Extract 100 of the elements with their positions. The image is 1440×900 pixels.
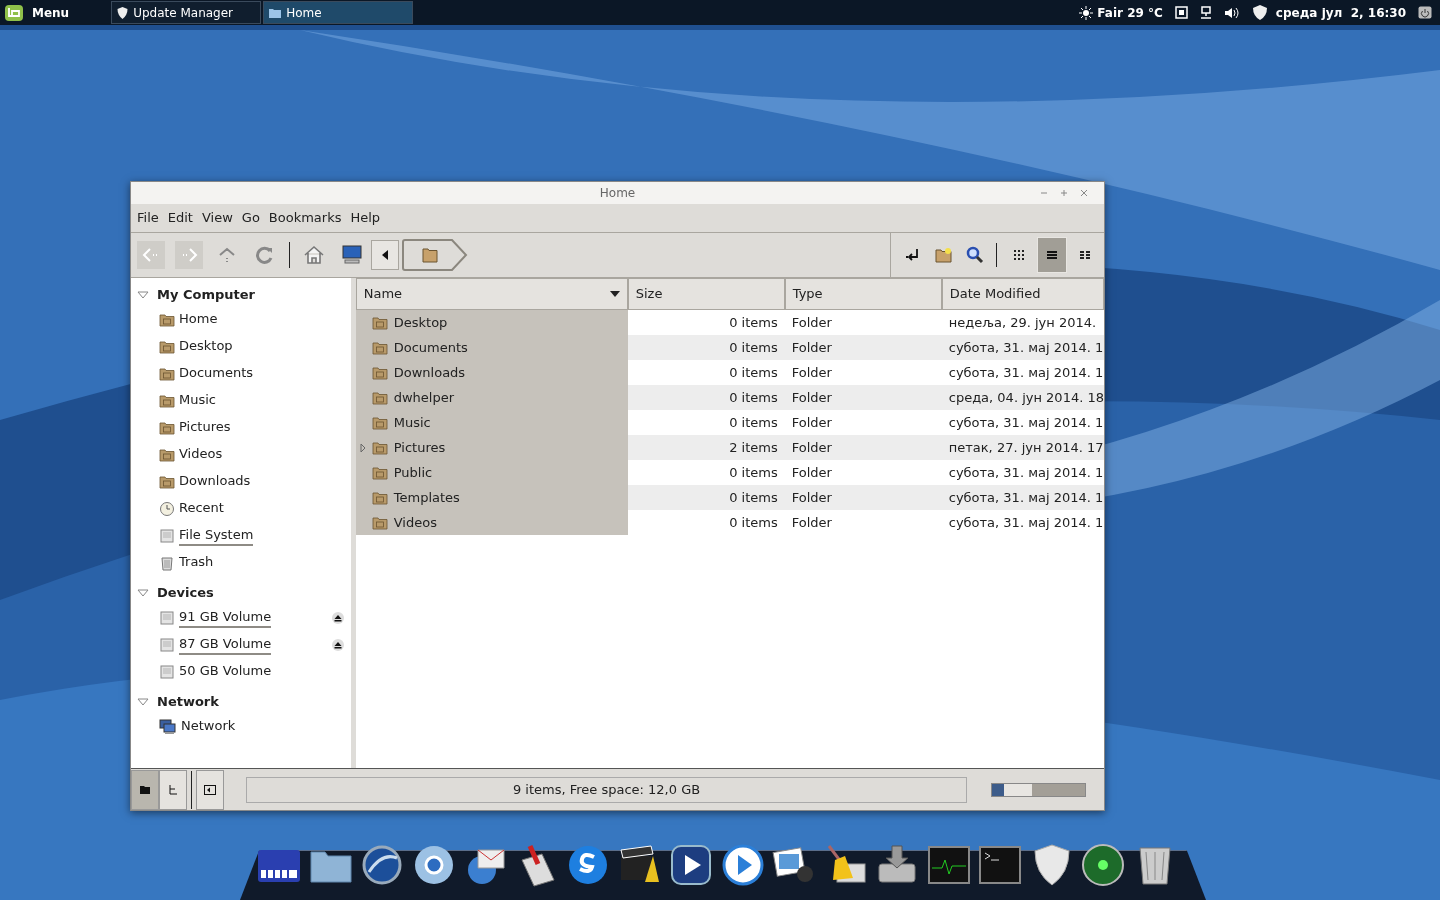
file-row[interactable]: dwhelper 0 items Folder среда, 04. јун 2014. 18 <box>355 385 1104 410</box>
size-cell-text: 0 items <box>728 413 779 432</box>
sidebar-item[interactable]: 50 GB Volume <box>131 658 351 685</box>
column-header[interactable]: Date Modified <box>941 278 1104 310</box>
name-cell: Music <box>355 410 628 435</box>
eject-icon[interactable] <box>330 637 345 652</box>
sidebar-item[interactable]: Music <box>131 387 351 414</box>
size-cell-text: 0 items <box>728 513 779 532</box>
file-row[interactable]: Templates 0 items Folder субота, 31. мај 2014. 1 <box>355 485 1104 510</box>
home-folder-crumb-icon <box>402 239 468 271</box>
mint-logo-icon <box>4 3 24 22</box>
column-header[interactable]: Name <box>355 278 628 310</box>
columns-icon <box>1079 249 1091 261</box>
radar-icon[interactable] <box>1080 842 1126 888</box>
file-row[interactable]: Downloads 0 items Folder субота, 31. мај 2014. 1 <box>355 360 1104 385</box>
sidebar-item[interactable]: Home <box>131 306 351 333</box>
network-icon <box>159 718 177 735</box>
size-cell-text: 0 items <box>728 338 779 357</box>
drive-icon <box>159 609 175 626</box>
search-icon <box>966 246 984 264</box>
sidebar-item[interactable]: Documents <box>131 360 351 387</box>
menu-item[interactable]: Help <box>350 208 381 228</box>
folder-icon <box>371 390 388 405</box>
sidebar-section-header[interactable]: Devices <box>131 582 214 604</box>
folder-icon <box>159 474 175 489</box>
sidebar-toggle-button[interactable] <box>196 769 224 810</box>
column-header[interactable]: Size <box>627 278 785 310</box>
clock-icon <box>159 500 175 517</box>
screenshot-icon[interactable] <box>1174 6 1188 19</box>
sidebar-item[interactable]: Network <box>131 713 351 740</box>
view-mode-button[interactable] <box>1037 237 1067 273</box>
sidebar-item[interactable]: 87 GB Volume <box>131 631 351 658</box>
drive-icon <box>159 663 175 680</box>
taskbar-button[interactable]: Home <box>263 1 414 24</box>
file-row[interactable]: Music 0 items Folder субота, 31. мај 2014. 1 <box>355 410 1104 435</box>
type-cell-text: Folder <box>790 363 833 382</box>
clock[interactable]: среда јул 2, 16:30 <box>1275 3 1406 22</box>
close-icon[interactable] <box>1078 187 1090 199</box>
power-icon[interactable] <box>1418 6 1432 19</box>
size-cell-text: 2 items <box>728 438 779 457</box>
file-row[interactable]: Documents 0 items Folder субота, 31. мај 2014. 1 <box>355 335 1104 360</box>
return-arrow-icon <box>905 248 921 262</box>
size-cell-text: 0 items <box>728 313 779 332</box>
name-cell: Downloads <box>355 360 628 385</box>
type-cell-text: Folder <box>790 413 833 432</box>
date-cell-text: субота, 31. мај 2014. 1 <box>947 338 1104 357</box>
date-cell-text: субота, 31. мај 2014. 1 <box>947 413 1104 432</box>
caret-left-icon <box>381 250 389 260</box>
sidebar-section-header[interactable]: My Computer <box>131 284 255 306</box>
list-icon <box>1046 249 1058 261</box>
path-back-button[interactable] <box>371 240 399 270</box>
file-row[interactable]: Pictures 2 items Folder петак, 27. јун 2014. 17 <box>355 435 1104 460</box>
file-row[interactable]: Videos 0 items Folder субота, 31. мај 2014. 1 <box>355 510 1104 535</box>
name-cell: Public <box>355 460 628 485</box>
sidebar-item[interactable]: 91 GB Volume <box>131 604 351 631</box>
folder-icon <box>371 315 388 330</box>
taskbar-button[interactable]: Update Manager <box>111 1 262 24</box>
sidebar-item[interactable]: Pictures <box>131 414 351 441</box>
menu-item[interactable]: File <box>137 208 159 228</box>
name-cell: Documents <box>355 335 628 360</box>
menu-item[interactable]: View <box>201 208 233 228</box>
eject-icon[interactable] <box>330 610 345 625</box>
date-cell-text: петак, 27. јун 2014. 17 <box>947 438 1104 457</box>
menu-item[interactable]: Go <box>241 208 260 228</box>
menu-item[interactable]: Bookmarks <box>268 208 342 228</box>
slider-thumb[interactable] <box>1004 783 1033 796</box>
music-folder-icon <box>159 393 175 408</box>
type-cell-text: Folder <box>790 388 833 407</box>
folder-icon <box>159 339 175 354</box>
sidebar-item[interactable]: Downloads <box>131 468 351 495</box>
video-folder-icon <box>159 447 175 462</box>
file-row[interactable]: Public 0 items Folder субота, 31. мај 2014. 1 <box>355 460 1104 485</box>
column-header[interactable]: Type <box>784 278 942 310</box>
folder-icon <box>371 515 388 530</box>
volume-icon[interactable] <box>1223 6 1240 19</box>
folder-icon <box>159 366 175 381</box>
window-title: Home <box>599 185 636 202</box>
shield-icon[interactable] <box>1251 4 1268 21</box>
network-icon[interactable] <box>1199 5 1212 20</box>
sidebar-section-header[interactable]: Network <box>131 691 219 713</box>
drive-icon <box>159 636 175 653</box>
expander-icon[interactable] <box>359 442 366 453</box>
menu-button[interactable]: Menu <box>0 0 74 25</box>
sidebar-item[interactable]: File System <box>131 522 351 549</box>
menu-item[interactable]: Edit <box>167 208 193 228</box>
sidebar-item[interactable]: Videos <box>131 441 351 468</box>
folder-icon <box>159 420 175 435</box>
sidebar-item[interactable]: Trash <box>131 549 351 576</box>
places-pane-button[interactable] <box>131 769 159 810</box>
reload-icon <box>255 245 275 265</box>
home-folder-icon <box>159 312 175 327</box>
date-cell-text: субота, 31. мај 2014. 1 <box>947 513 1104 532</box>
type-cell-text: Folder <box>790 488 833 507</box>
sidebar-item[interactable]: Recent <box>131 495 351 522</box>
sidebar-item[interactable]: Desktop <box>131 333 351 360</box>
play-icon[interactable] <box>668 842 714 888</box>
weather-indicator[interactable]: Fair 29 °C <box>1079 3 1163 22</box>
zoom-slider[interactable] <box>991 782 1086 797</box>
date-cell-text: субота, 31. мај 2014. 1 <box>947 488 1104 507</box>
type-cell-text: Folder <box>790 463 833 482</box>
